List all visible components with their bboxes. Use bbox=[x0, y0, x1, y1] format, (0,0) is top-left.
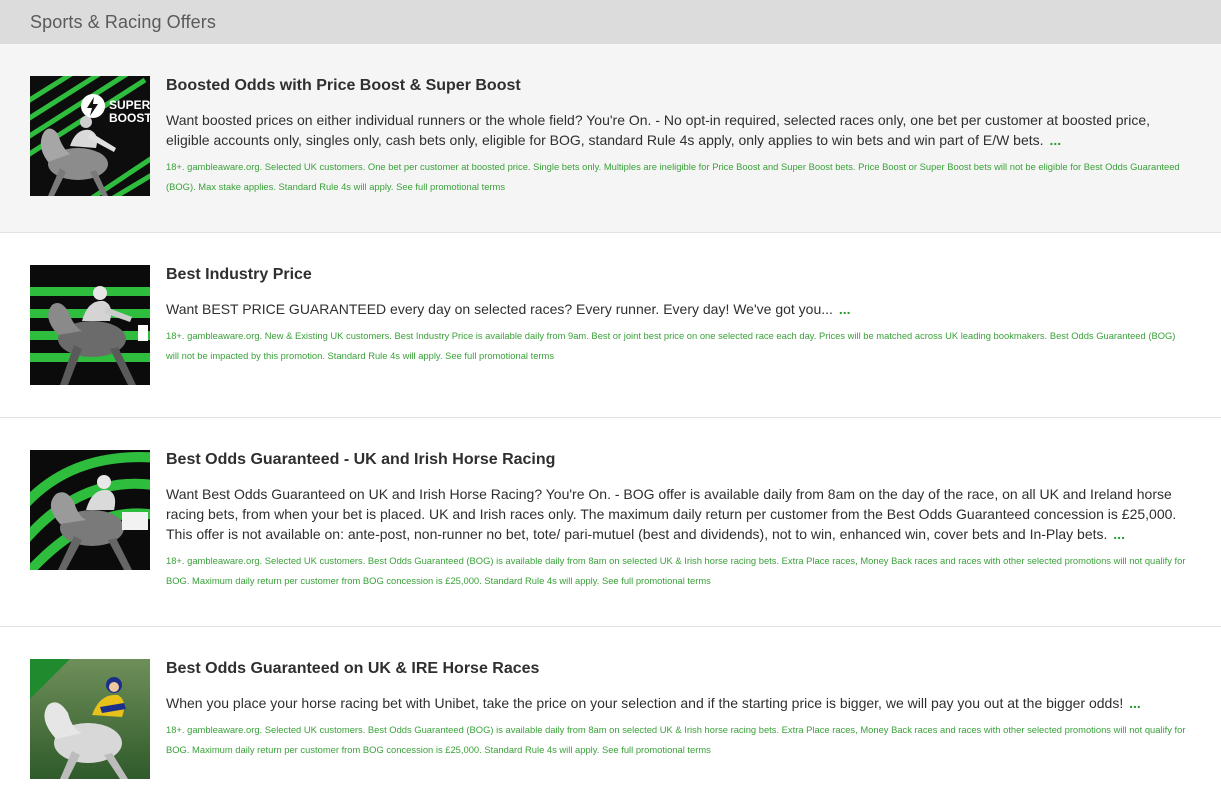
offer-description: When you place your horse racing bet wit… bbox=[166, 695, 1141, 711]
svg-text:BOOST: BOOST bbox=[109, 111, 150, 125]
super-boost-logo-text: SUPER bbox=[109, 98, 150, 112]
offer-title[interactable]: Best Odds Guaranteed on UK & IRE Horse R… bbox=[166, 659, 1191, 679]
offer-card[interactable]: Best Industry Price Want BEST PRICE GUAR… bbox=[0, 233, 1221, 418]
offer-terms: 18+. gambleaware.org. Selected UK custom… bbox=[166, 161, 1180, 192]
offer-terms: 18+. gambleaware.org. Selected UK custom… bbox=[166, 555, 1186, 586]
super-boost-promo-image[interactable]: SUPER BOOST bbox=[30, 76, 150, 196]
page-header: Sports & Racing Offers bbox=[0, 0, 1221, 44]
offer-card[interactable]: SUPER BOOST Boosted Odds with Price Boos… bbox=[0, 44, 1221, 233]
bog-uk-ire-promo-image[interactable] bbox=[30, 659, 150, 779]
read-more-link[interactable]: ... bbox=[1129, 695, 1141, 711]
offer-terms: 18+. gambleaware.org. Selected UK custom… bbox=[166, 724, 1186, 755]
bog-horse-racing-promo-image[interactable] bbox=[30, 450, 150, 570]
offer-card[interactable]: Best Odds Guaranteed - UK and Irish Hors… bbox=[0, 418, 1221, 627]
offer-title[interactable]: Best Odds Guaranteed - UK and Irish Hors… bbox=[166, 450, 1191, 470]
page-title: Sports & Racing Offers bbox=[30, 11, 216, 32]
offer-description: Want Best Odds Guaranteed on UK and Iris… bbox=[166, 486, 1177, 542]
offer-card[interactable]: Best Odds Guaranteed on UK & IRE Horse R… bbox=[0, 627, 1221, 811]
offer-description: Want BEST PRICE GUARANTEED every day on … bbox=[166, 301, 851, 317]
offer-title[interactable]: Best Industry Price bbox=[166, 265, 1191, 285]
read-more-link[interactable]: ... bbox=[1049, 132, 1061, 148]
offer-title[interactable]: Boosted Odds with Price Boost & Super Bo… bbox=[166, 76, 1191, 96]
offer-terms: 18+. gambleaware.org. New & Existing UK … bbox=[166, 330, 1176, 361]
offer-description: Want boosted prices on either individual… bbox=[166, 112, 1151, 148]
read-more-link[interactable]: ... bbox=[1113, 526, 1125, 542]
best-industry-price-promo-image[interactable] bbox=[30, 265, 150, 385]
read-more-link[interactable]: ... bbox=[839, 301, 851, 317]
